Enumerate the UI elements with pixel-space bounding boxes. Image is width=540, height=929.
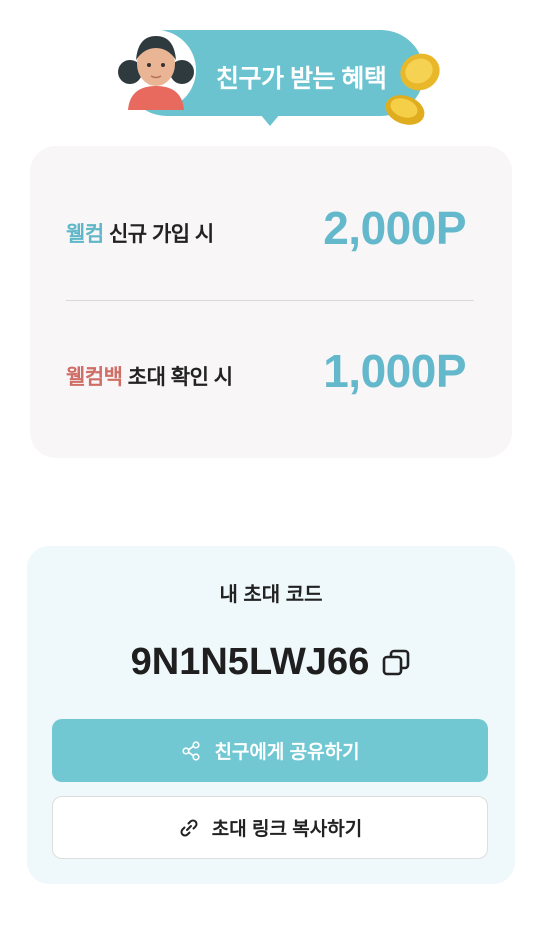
- benefit-label-text: 초대 확인 시: [122, 366, 233, 389]
- avatar-illustration: [116, 30, 196, 110]
- benefit-highlight: 웰컴: [66, 223, 104, 246]
- share-icon: [182, 740, 201, 761]
- invite-code: 9N1N5LWJ66: [130, 641, 370, 683]
- benefit-label: 웰컴백 초대 확인 시: [66, 361, 233, 391]
- badge-title: 친구가 받는 혜택: [216, 65, 387, 93]
- page: 친구가 받는 혜택 웰컴 신규 가입 시 2,000P 웰컴백 초대 확인 시 …: [0, 0, 540, 929]
- speech-bubble-tail: [260, 114, 280, 126]
- invite-code-row: 9N1N5LWJ66: [27, 641, 515, 684]
- benefit-badge: 친구가 받는 혜택: [112, 22, 442, 132]
- benefit-label: 웰컴 신규 가입 시: [66, 218, 214, 248]
- copy-link-button-label: 초대 링크 복사하기: [211, 819, 363, 840]
- coins-icon: [385, 53, 440, 125]
- benefit-value: 1,000P: [323, 345, 466, 397]
- share-button-label: 친구에게 공유하기: [214, 742, 360, 763]
- benefit-card: 웰컴 신규 가입 시 2,000P 웰컴백 초대 확인 시 1,000P: [30, 146, 512, 458]
- benefit-row-signup: 웰컴 신규 가입 시 2,000P: [66, 201, 466, 261]
- benefit-row-invite-confirm: 웰컴백 초대 확인 시 1,000P: [66, 344, 466, 404]
- invite-code-title: 내 초대 코드: [219, 584, 323, 606]
- benefit-label-text: 신규 가입 시: [103, 223, 214, 246]
- benefit-value: 2,000P: [323, 202, 466, 254]
- benefit-highlight: 웰컴백: [66, 366, 123, 389]
- divider: [66, 300, 474, 301]
- invite-card: 내 초대 코드 9N1N5LWJ66 친구에게 공유하기 초대 링크 복사하기: [27, 546, 515, 884]
- link-icon: [180, 818, 198, 837]
- share-to-friend-button[interactable]: 친구에게 공유하기: [52, 719, 488, 782]
- copy-invite-link-button[interactable]: 초대 링크 복사하기: [52, 796, 488, 859]
- copy-icon[interactable]: [381, 648, 411, 678]
